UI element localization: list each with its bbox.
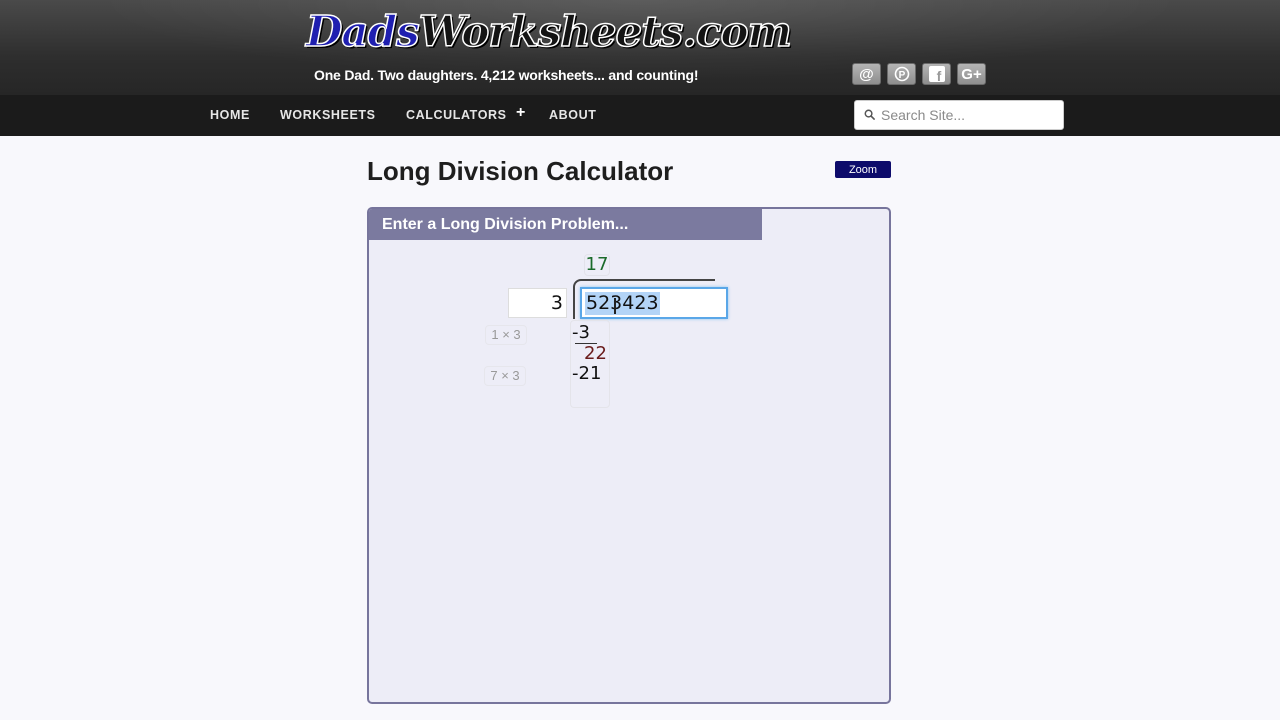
svg-text:f: f (936, 68, 941, 83)
nav-about[interactable]: ABOUT (549, 108, 596, 122)
step-hint: 7 × 3 (484, 366, 526, 386)
svg-text:P: P (898, 70, 905, 81)
divisor-input[interactable]: 3 (508, 288, 567, 318)
step-subtract: -21 (572, 363, 602, 384)
step-hint: 1 × 3 (485, 325, 527, 345)
search-input[interactable] (881, 101, 1061, 129)
site-logo[interactable]: DadsWorksheets.com (305, 6, 793, 58)
facebook-icon[interactable]: f (922, 63, 951, 85)
main-nav: HOME WORKSHEETS CALCULATORS + ABOUT (0, 95, 1280, 136)
nav-home[interactable]: HOME (210, 108, 250, 122)
site-tagline: One Dad. Two daughters. 4,212 worksheets… (314, 67, 699, 83)
calculators-expand-icon[interactable]: + (516, 104, 525, 122)
logo-part-dads: Dads (305, 6, 420, 57)
pinterest-glyph: P (894, 66, 909, 82)
google-plus-icon[interactable]: G+ (957, 63, 986, 85)
site-header: DadsWorksheets.com One Dad. Two daughter… (0, 0, 1280, 95)
zoom-button[interactable]: Zoom (835, 161, 891, 178)
pinterest-icon[interactable]: P (887, 63, 916, 85)
quotient: 17 (584, 254, 610, 276)
search-icon (864, 109, 875, 120)
nav-worksheets[interactable]: WORKSHEETS (280, 108, 376, 122)
facebook-glyph: f (928, 66, 945, 83)
email-icon[interactable]: @ (852, 63, 881, 85)
page-title: Long Division Calculator (367, 156, 674, 186)
dividend-value: 523423 (585, 292, 660, 315)
site-search (854, 100, 1064, 130)
dividend-input[interactable]: 523423 (580, 287, 728, 319)
step-subtract: -3 (572, 322, 590, 343)
step-remainder: 22 (584, 343, 607, 364)
panel-title: Enter a Long Division Problem... (382, 216, 629, 233)
logo-part-worksheets: Worksheets.com (418, 6, 793, 57)
nav-calculators[interactable]: CALCULATORS (406, 108, 507, 122)
text-cursor (614, 298, 616, 314)
panel-header: Enter a Long Division Problem... (369, 209, 762, 240)
